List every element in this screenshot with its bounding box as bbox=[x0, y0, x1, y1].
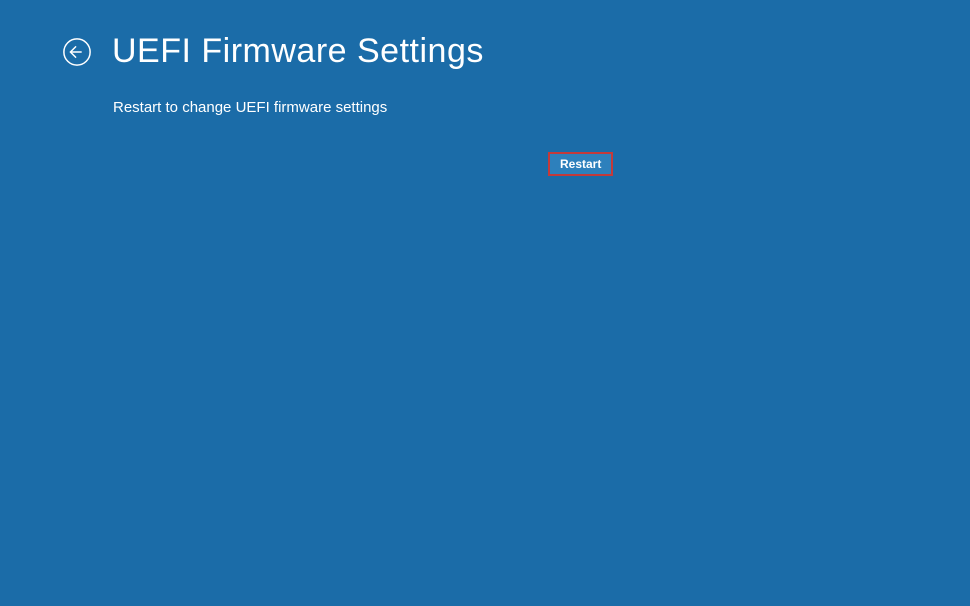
restart-button[interactable]: Restart bbox=[548, 152, 613, 176]
page-title: UEFI Firmware Settings bbox=[112, 32, 484, 71]
header: UEFI Firmware Settings bbox=[0, 0, 970, 71]
description-text: Restart to change UEFI firmware settings bbox=[0, 71, 970, 116]
back-arrow-icon[interactable] bbox=[62, 37, 92, 67]
